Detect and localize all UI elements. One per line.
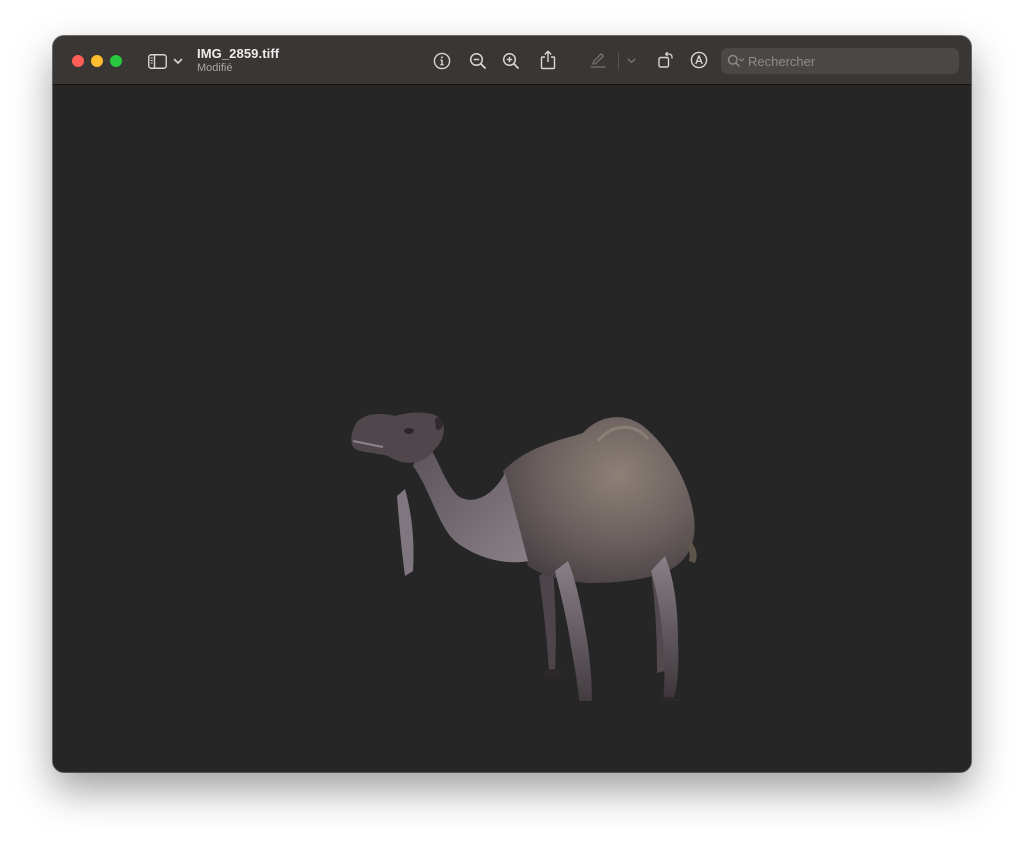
info-icon	[433, 52, 451, 70]
search-field[interactable]	[721, 48, 959, 74]
markup-menu-button[interactable]	[625, 55, 637, 67]
markup-button[interactable]	[587, 49, 609, 71]
document-status: Modifié	[197, 62, 233, 74]
share-icon	[540, 50, 556, 70]
share-button[interactable]	[537, 48, 559, 72]
sidebar-toggle-button[interactable]	[147, 51, 167, 71]
annotate-button[interactable]	[688, 49, 710, 71]
rotate-icon	[658, 51, 673, 68]
info-button[interactable]	[431, 50, 453, 72]
zoom-button[interactable]	[110, 55, 122, 67]
rotate-button[interactable]	[655, 49, 677, 71]
zoom-in-icon	[502, 52, 519, 69]
sidebar-menu-button[interactable]	[172, 55, 184, 67]
markup-chevron-down-icon	[627, 58, 636, 64]
zoom-in-button[interactable]	[500, 50, 522, 72]
image-canvas[interactable]	[53, 86, 971, 772]
camel-image	[351, 412, 697, 701]
document-title[interactable]: IMG_2859.tiff	[197, 46, 279, 61]
minimize-button[interactable]	[91, 55, 103, 67]
search-icon	[727, 54, 745, 67]
preview-window: IMG_2859.tiff Modifié	[53, 36, 971, 772]
search-input[interactable]	[748, 53, 948, 69]
titlebar[interactable]: IMG_2859.tiff Modifié	[53, 36, 971, 85]
markup-pen-icon	[590, 53, 606, 68]
zoom-out-button[interactable]	[467, 50, 489, 72]
zoom-out-icon	[469, 52, 486, 69]
sidebar-icon	[147, 53, 167, 69]
toolbar-separator	[618, 52, 619, 70]
annotate-icon	[690, 51, 708, 69]
chevron-down-icon	[173, 58, 183, 64]
close-button[interactable]	[72, 55, 84, 67]
